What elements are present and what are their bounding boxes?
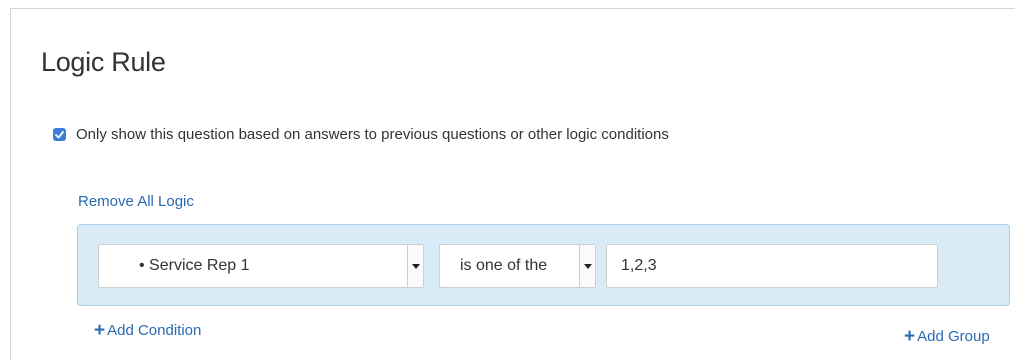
add-condition-button[interactable]: + Add Condition — [94, 321, 201, 340]
remove-all-logic-link[interactable]: Remove All Logic — [78, 193, 194, 210]
plus-icon: + — [904, 326, 916, 347]
plus-icon: + — [94, 320, 106, 341]
condition-value-input[interactable] — [606, 244, 938, 288]
logic-toggle-label: Only show this question based on answers… — [76, 126, 669, 143]
question-select[interactable]: • Service Rep 1 — [98, 244, 424, 288]
chevron-down-icon[interactable] — [579, 245, 595, 287]
add-group-button[interactable]: + Add Group — [904, 327, 990, 346]
checkmark-icon — [55, 130, 64, 138]
page-title: Logic Rule — [41, 47, 166, 77]
logic-toggle-checkbox[interactable] — [53, 128, 66, 141]
logic-toggle-row[interactable]: Only show this question based on answers… — [53, 126, 669, 143]
add-group-label: Add Group — [917, 328, 990, 345]
operator-select[interactable]: is one of the — [439, 244, 596, 288]
condition-group: • Service Rep 1 is one of the — [77, 224, 1010, 306]
chevron-down-icon[interactable] — [407, 245, 423, 287]
logic-rule-panel: Logic Rule Only show this question based… — [10, 8, 1015, 360]
operator-select-value: is one of the — [460, 257, 548, 274]
add-condition-label: Add Condition — [107, 322, 202, 339]
question-select-value: • Service Rep 1 — [139, 257, 250, 274]
